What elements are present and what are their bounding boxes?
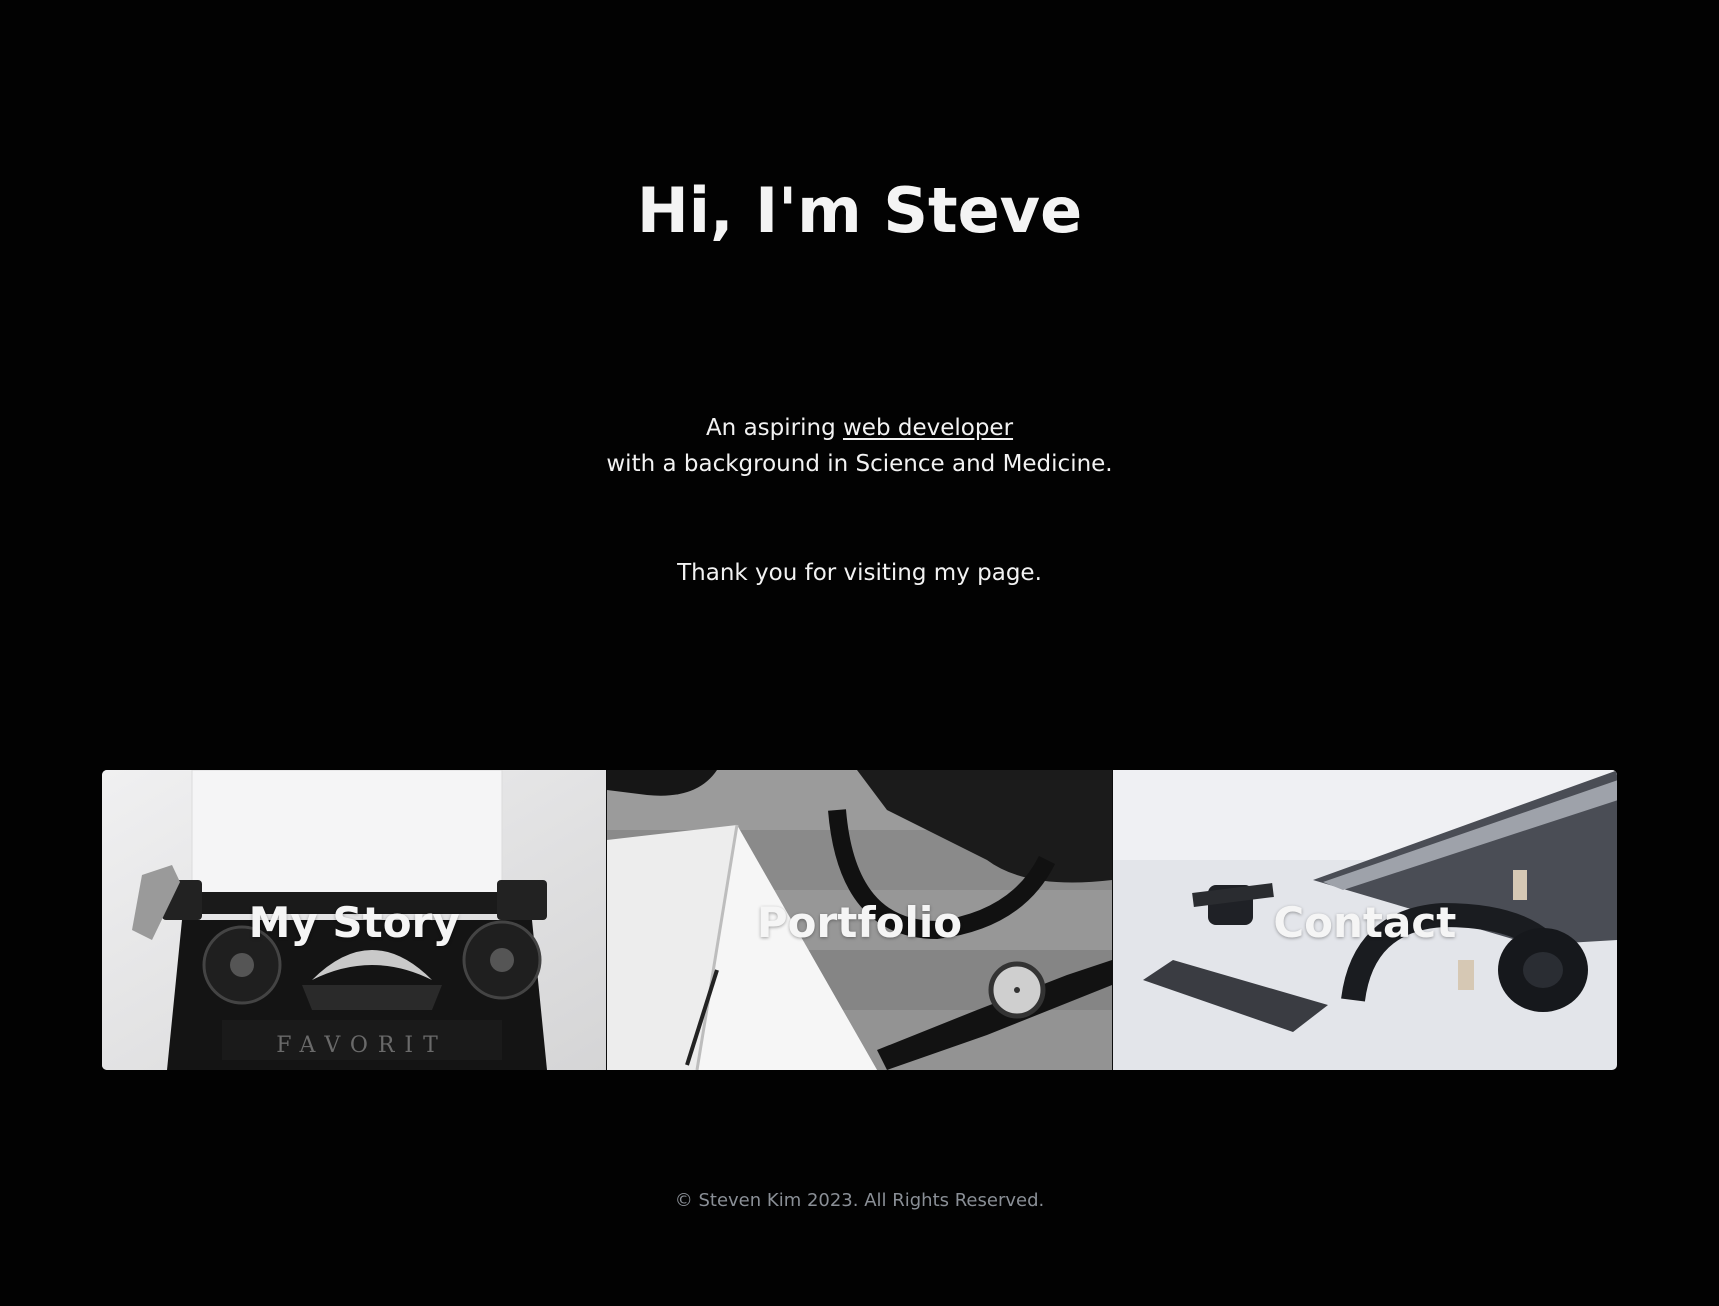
- intro-prefix: An aspiring: [705, 415, 843, 441]
- contact-card[interactable]: Contact: [1111, 770, 1617, 1070]
- my-story-card[interactable]: FAVORIT My Story: [102, 770, 607, 1070]
- my-story-label: My Story: [248, 898, 460, 947]
- web-developer-link[interactable]: web developer: [843, 415, 1013, 441]
- intro-text: An aspiring web developer with a backgro…: [0, 410, 1719, 482]
- footer-copyright: © Steven Kim 2023. All Rights Reserved.: [674, 1190, 1045, 1211]
- typewriter-brand-text: FAVORIT: [276, 1033, 448, 1058]
- page-title: Hi, I'm Steve: [636, 174, 1083, 247]
- portfolio-card[interactable]: Portfolio: [606, 770, 1112, 1070]
- page: Hi, I'm Steve An aspiring web developer …: [0, 0, 1719, 1306]
- intro-line-2: with a background in Science and Medicin…: [606, 451, 1113, 477]
- portfolio-label: Portfolio: [756, 898, 963, 947]
- intro-line-1: An aspiring web developer: [0, 410, 1719, 446]
- contact-label: Contact: [1273, 898, 1457, 947]
- thanks-text: Thank you for visiting my page.: [677, 560, 1042, 586]
- nav-cards: FAVORIT My Story Portfolio Contact: [102, 770, 1617, 1070]
